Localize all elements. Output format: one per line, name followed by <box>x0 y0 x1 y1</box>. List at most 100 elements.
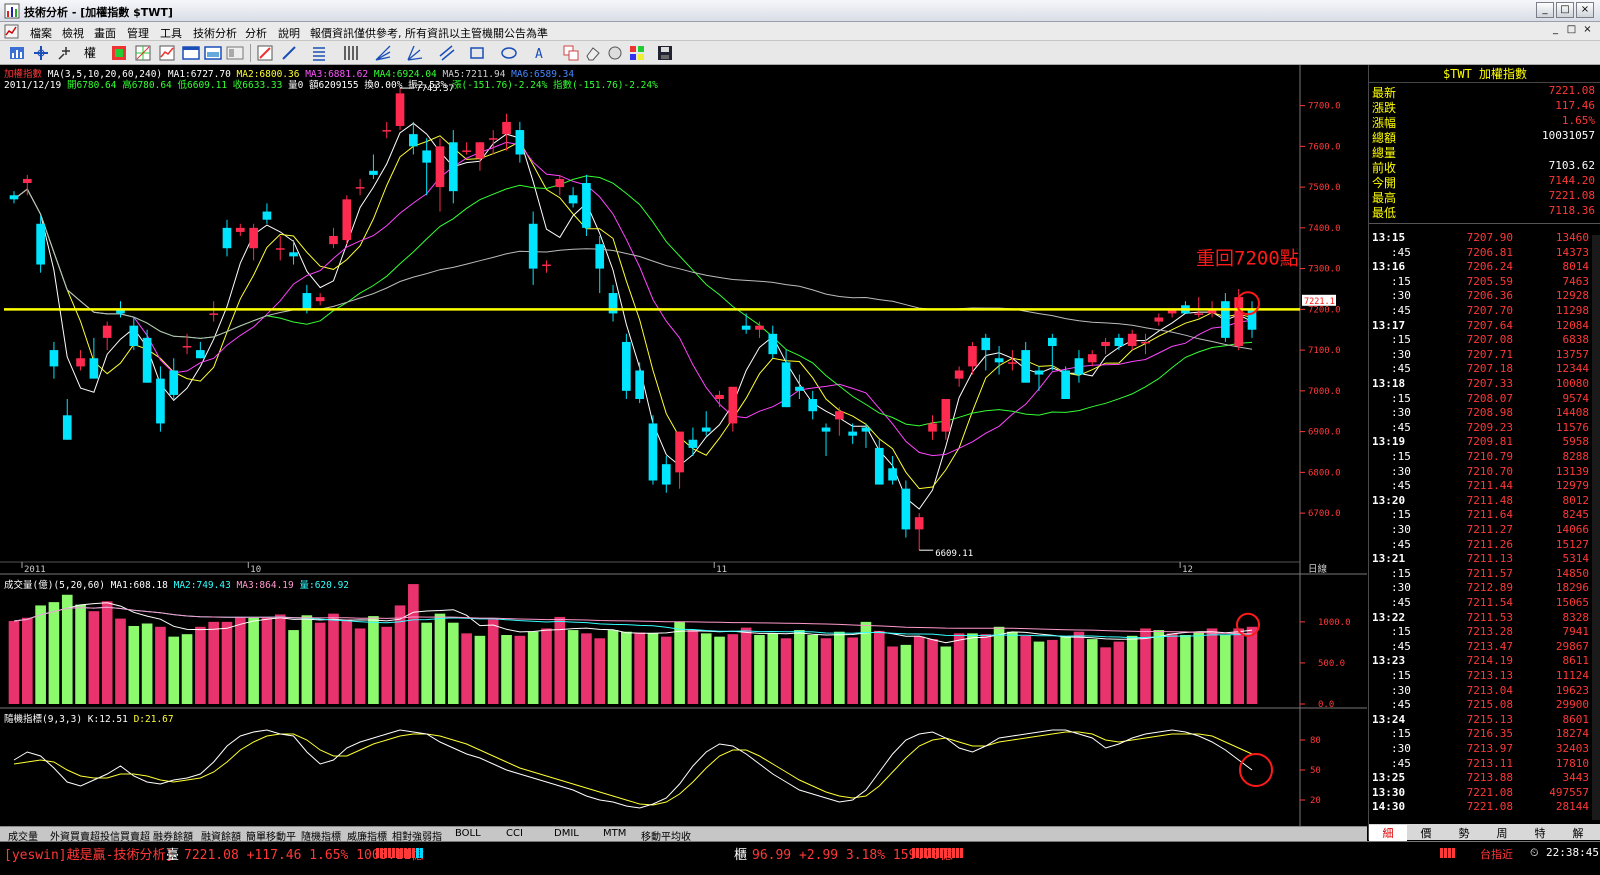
tick-row: 13:30 7221.08 497557 <box>1369 786 1600 801</box>
mdi-restore-button[interactable]: □ <box>1564 24 1579 38</box>
tick-price: 7210.79 <box>1466 450 1513 463</box>
tick-price: 7209.81 <box>1466 435 1513 449</box>
panel-icon[interactable] <box>226 44 244 62</box>
indicator-tab[interactable]: MTM <box>603 828 626 839</box>
quote-field-value: 7221.08 <box>1548 84 1595 97</box>
candle-body <box>648 423 658 481</box>
weight-label[interactable]: 權 <box>84 44 102 62</box>
tick-price: 7212.89 <box>1466 581 1513 595</box>
chart-area[interactable]: 7700.0 7600.0 7500.0 7400.0 7300.0 7200.0 7100… <box>0 65 1367 840</box>
quote-tab-1[interactable]: 價 <box>1407 825 1445 841</box>
tick-volume: 10080 <box>1555 377 1589 390</box>
quote-tab-5[interactable]: 解 <box>1559 825 1597 841</box>
gann-icon[interactable] <box>406 44 424 62</box>
tick-volume: 13757 <box>1555 347 1589 361</box>
palette-icon[interactable] <box>628 44 646 62</box>
minimize-button[interactable]: _ <box>1536 2 1554 18</box>
quote-summary-row: 總量 <box>1369 144 1595 160</box>
chart-box-icon[interactable] <box>158 44 176 62</box>
indicator-tab[interactable]: CCI <box>506 828 523 839</box>
tick-price: 7213.97 <box>1466 742 1513 755</box>
volume-tick-label: 0.0 <box>1318 700 1334 710</box>
tick-time: 13:20 <box>1372 493 1406 507</box>
mdi-close-button[interactable]: × <box>1580 24 1595 38</box>
price-chart[interactable]: 7700.0 7600.0 7500.0 7400.0 7300.0 7200.0 7100… <box>0 65 1367 826</box>
price-tick-label: 7000.0 <box>1308 387 1341 397</box>
volume-bar <box>1046 639 1058 704</box>
kd-d-line <box>13 731 1253 806</box>
volume-bar <box>927 639 938 704</box>
candle-body <box>622 341 631 391</box>
maximize-button[interactable]: □ <box>1556 2 1574 18</box>
menu-view[interactable]: 檢視 <box>62 25 84 41</box>
tick-volume: 13139 <box>1555 464 1589 478</box>
volume-bar <box>394 605 406 704</box>
fib-icon[interactable] <box>310 44 328 62</box>
tick-price: 7207.90 <box>1466 231 1513 244</box>
ellipse-icon[interactable] <box>500 44 518 62</box>
tick-time: :45 <box>1391 596 1411 609</box>
price-tick-label: 6800.0 <box>1308 468 1341 478</box>
tick-row: :45 7206.81 14373 <box>1369 246 1600 261</box>
menu-tools[interactable]: 工具 <box>160 25 182 41</box>
volume-bar <box>847 637 858 704</box>
volume-bar <box>368 616 379 704</box>
quote-tab-3[interactable]: 周 <box>1483 825 1521 841</box>
menu-help[interactable]: 說明 <box>278 25 300 41</box>
shape-icon[interactable] <box>606 44 624 62</box>
last-price-tag-label: 7221.1 <box>1304 297 1335 307</box>
bar-chart-icon[interactable] <box>8 44 26 62</box>
tick-volume: 8328 <box>1562 610 1590 624</box>
candle-body <box>1234 297 1244 347</box>
channel-icon[interactable] <box>438 44 456 62</box>
tick-time: :45 <box>1391 304 1411 317</box>
quote-divider <box>1369 223 1600 231</box>
text-icon[interactable]: A <box>532 44 550 62</box>
volume-bar <box>647 633 659 704</box>
layout-icon[interactable] <box>204 44 222 62</box>
tick-time: 13:22 <box>1372 610 1406 624</box>
menu-screen[interactable]: 畫面 <box>94 25 116 41</box>
tick-time: 13:15 <box>1372 231 1406 244</box>
tick-scrollbar[interactable] <box>1592 235 1600 820</box>
quote-tab-2[interactable]: 勢 <box>1445 825 1483 841</box>
mdi-minimize-button[interactable]: _ <box>1548 24 1563 38</box>
candle-body <box>568 195 578 204</box>
volume-bar <box>834 631 845 704</box>
volume-bar <box>1220 635 1231 704</box>
tick-row: 13:18 7207.33 10080 <box>1369 377 1600 392</box>
menu-manage[interactable]: 管理 <box>127 25 149 41</box>
fan-icon[interactable] <box>374 44 392 62</box>
volume-bar <box>953 633 965 704</box>
indicator-tab[interactable]: DMIL <box>554 828 579 839</box>
menu-analysis[interactable]: 分析 <box>245 25 267 41</box>
color-icon[interactable] <box>110 44 128 62</box>
save-icon[interactable] <box>656 44 674 62</box>
quote-tab-0[interactable]: 細 <box>1369 825 1407 841</box>
candle-body <box>289 252 298 257</box>
zoom-icon[interactable] <box>56 44 74 62</box>
eraser-icon[interactable] <box>584 44 602 62</box>
volume-bar <box>887 646 898 704</box>
candle-body <box>1101 341 1110 347</box>
tick-volume: 17810 <box>1555 756 1589 770</box>
tick-price: 7213.11 <box>1466 756 1513 770</box>
bars-icon[interactable] <box>342 44 360 62</box>
candle-body <box>715 394 724 399</box>
line-icon[interactable] <box>280 44 298 62</box>
tick-time: :30 <box>1391 406 1411 420</box>
menu-file[interactable]: 檔案 <box>30 25 52 41</box>
volume-bar <box>487 619 499 704</box>
close-button[interactable]: × <box>1576 2 1594 18</box>
rect-icon[interactable] <box>468 44 486 62</box>
copy-icon[interactable] <box>562 44 580 62</box>
quote-tab-4[interactable]: 特 <box>1521 825 1559 841</box>
menu-technical-analysis[interactable]: 技術分析 <box>193 25 237 41</box>
grid-icon[interactable] <box>134 44 152 62</box>
indicator-tab[interactable]: BOLL <box>455 828 481 839</box>
crosshair-icon[interactable] <box>32 44 50 62</box>
volume-bar <box>767 633 779 704</box>
window-icon[interactable] <box>182 44 200 62</box>
candle-body <box>555 178 565 188</box>
draw-icon[interactable] <box>256 44 274 62</box>
